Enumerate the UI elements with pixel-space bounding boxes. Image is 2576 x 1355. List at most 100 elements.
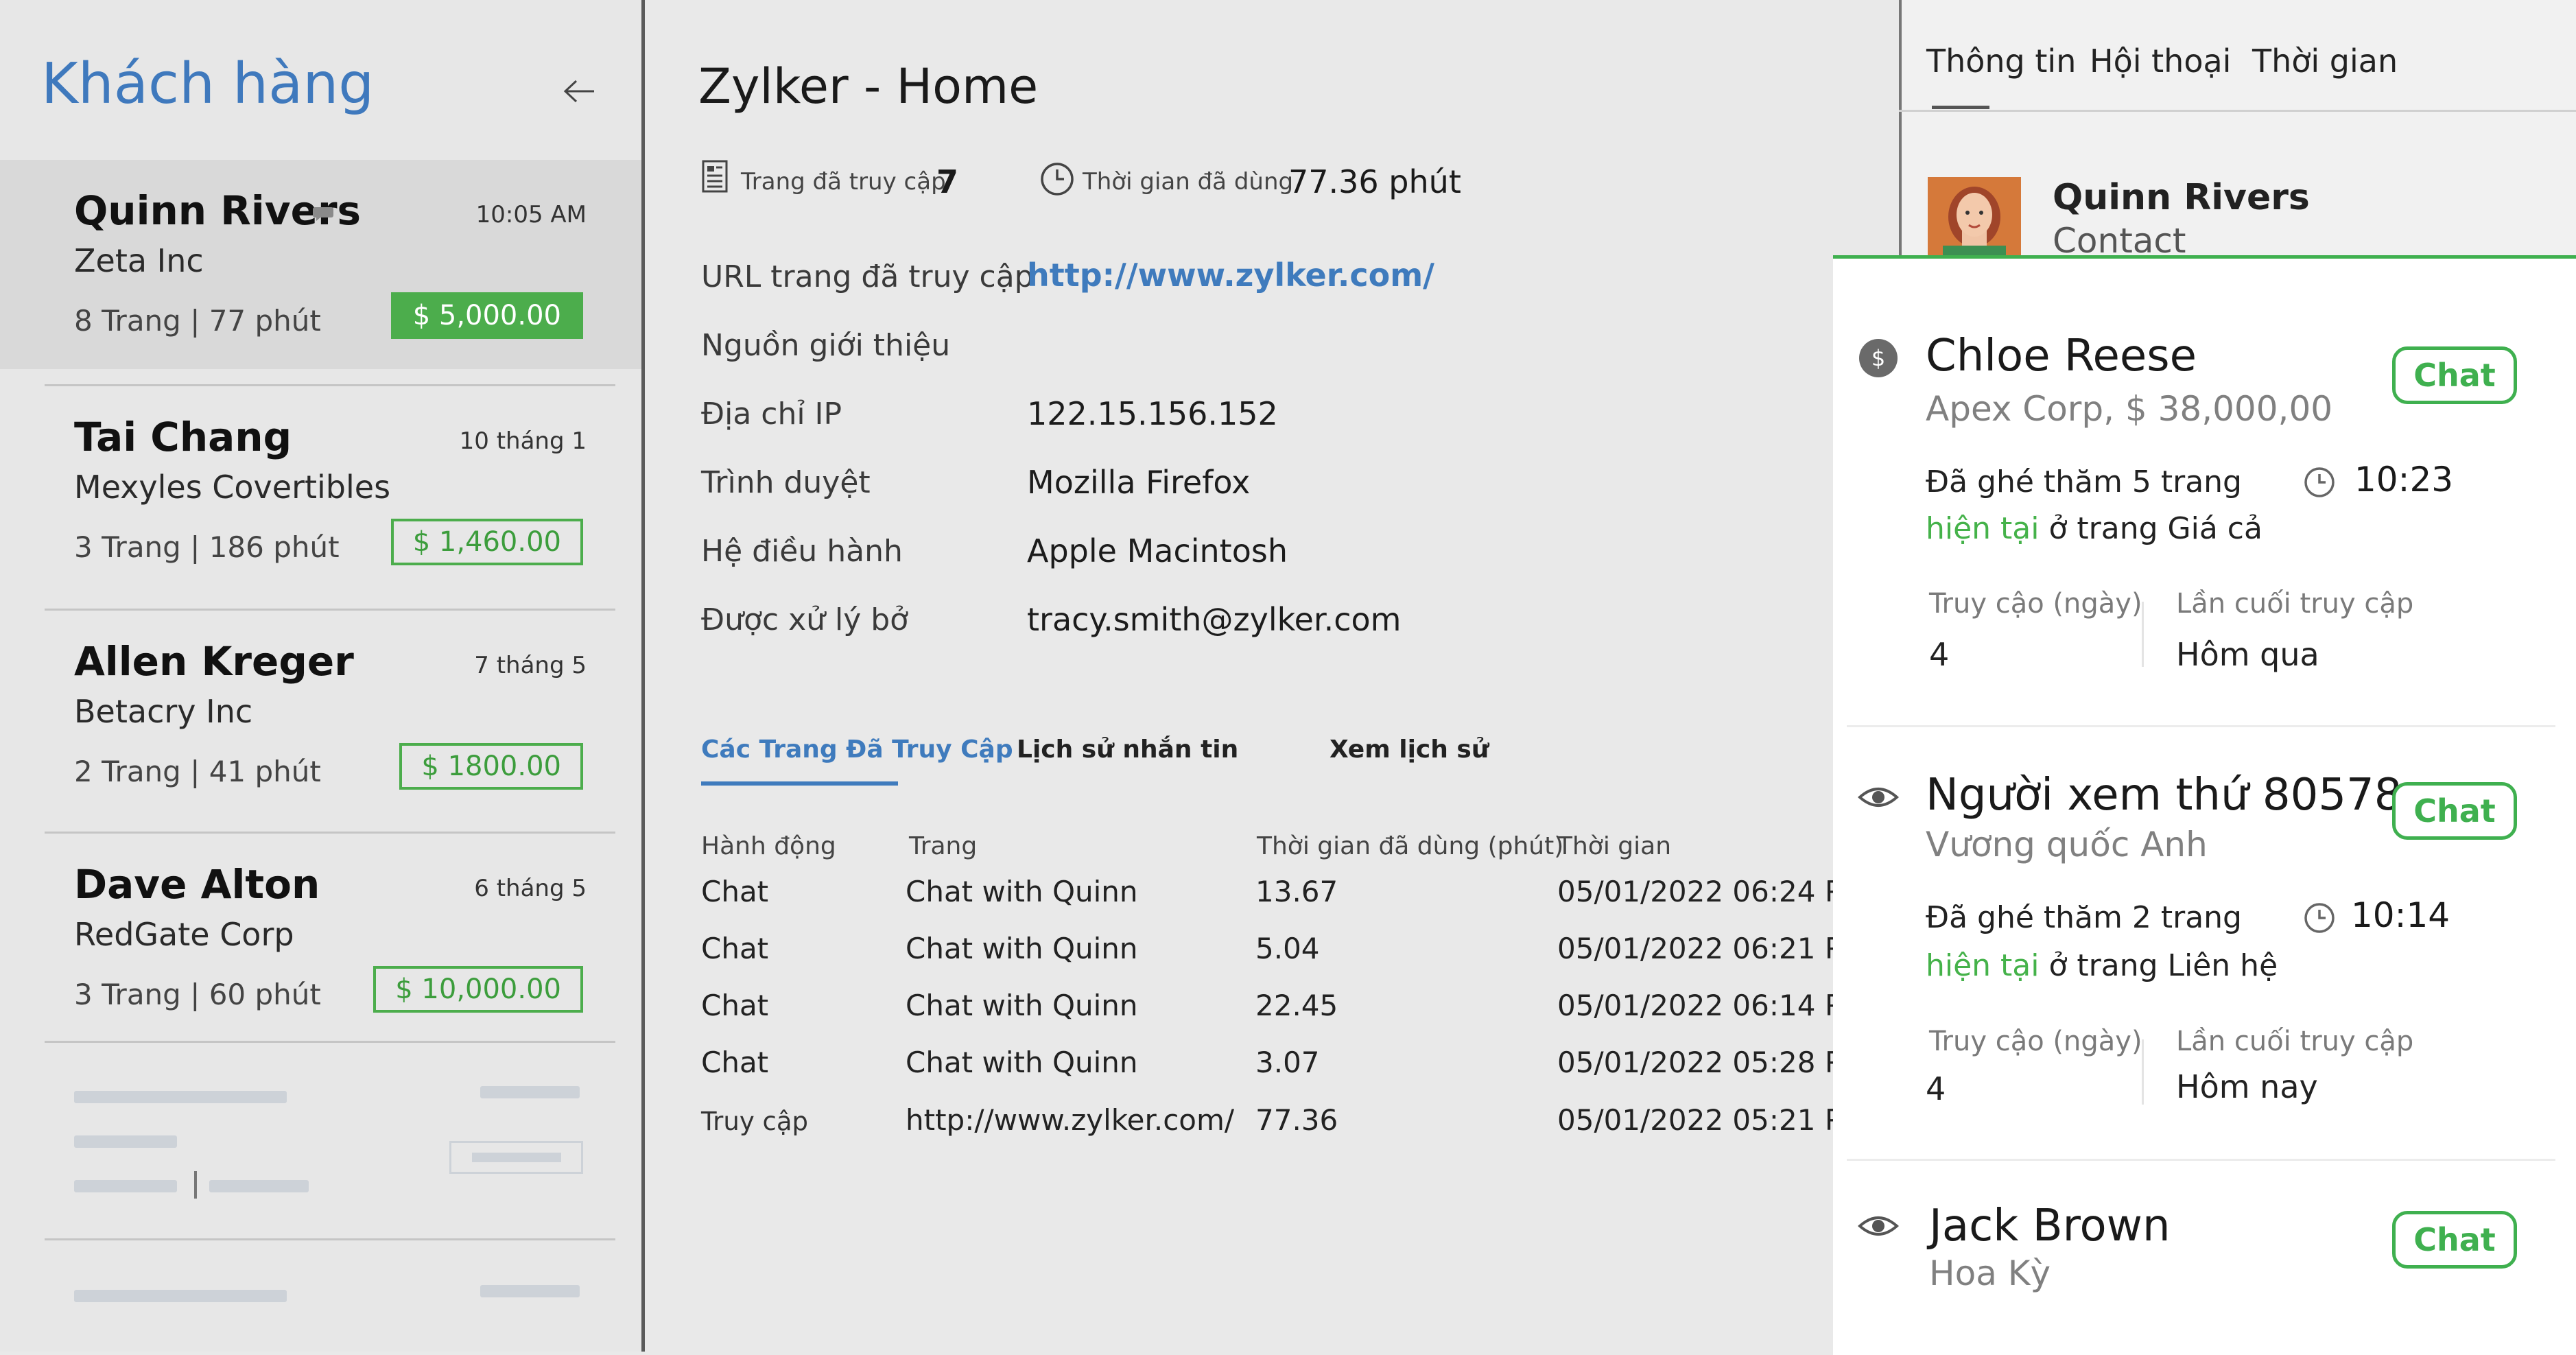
divider [45, 1041, 615, 1043]
cell-duration: 5.04 [1255, 932, 1320, 965]
info-value-os: Apple Macintosh [1027, 532, 1288, 569]
current-page: ở trang Giá cả [2039, 511, 2262, 546]
cell-page: Chat with Quinn [906, 989, 1138, 1022]
customer-time: 10 tháng 1 [459, 427, 587, 455]
sidebar-title: Khách hàng [41, 51, 375, 117]
cell-time: 05/01/2022 05:21 PM [1557, 1103, 1867, 1137]
clock-icon [2304, 903, 2335, 933]
current-page-text: hiện tại ở trang Liên hệ [1926, 948, 2278, 983]
cell-action: Chat [701, 932, 769, 965]
visitor-subtitle: Apex Corp, $ 38,000,00 [1926, 389, 2333, 429]
customer-amount: $ 1800.00 [399, 743, 583, 790]
divider [1847, 1159, 2555, 1161]
cell-page: Chat with Quinn [906, 1046, 1138, 1079]
current-label: hiện tại [1926, 511, 2040, 546]
active-tab-indicator [701, 781, 898, 786]
skeleton-amount [449, 1141, 583, 1174]
column-header: Hành động [701, 832, 836, 860]
chat-bubble-icon [313, 207, 333, 221]
cell-time: 05/01/2022 06:24 PM [1557, 875, 1867, 908]
divider [1899, 110, 2576, 112]
skeleton-line [209, 1180, 309, 1192]
pages-visited-text: Đã ghé thăm 5 trang [1926, 464, 2242, 499]
divider [45, 384, 615, 386]
skeleton-separator [194, 1171, 197, 1199]
info-label-url: URL trang đã truy cập [701, 259, 1034, 294]
divider [45, 609, 615, 611]
info-value-browser: Mozilla Firefox [1027, 464, 1251, 501]
current-page-text: hiện tại ở trang Giá cả [1926, 511, 2262, 546]
customer-item[interactable]: Tai Chang 10 tháng 1 Mexyles Covertibles… [0, 384, 641, 596]
cell-page: Chat with Quinn [906, 875, 1138, 908]
last-access-value: Hôm nay [2176, 1068, 2318, 1105]
customer-company: RedGate Corp [74, 916, 294, 953]
customer-item[interactable]: Allen Kreger 7 tháng 5 Betacry Inc 2 Tra… [0, 609, 641, 820]
customer-name: Dave Alton [74, 861, 320, 908]
chat-button[interactable]: Chat [2392, 782, 2517, 840]
svg-text:$: $ [1871, 345, 1885, 371]
cell-duration: 22.45 [1255, 989, 1338, 1022]
contact-name: Quinn Rivers [2053, 177, 2310, 218]
back-arrow-icon[interactable] [563, 74, 597, 108]
cell-action: Chat [701, 989, 769, 1022]
divider [2142, 602, 2144, 667]
visitor-name: Jack Brown [1929, 1201, 2171, 1251]
tab-chat-history[interactable]: Lịch sử nhắn tin [1017, 735, 1238, 764]
tab-visited-pages[interactable]: Các Trang Đã Truy Cập [701, 735, 1013, 764]
customer-item[interactable]: Quinn Rivers 10:05 AM Zeta Inc 8 Trang |… [0, 160, 641, 369]
visit-time: 10:23 [2354, 460, 2454, 499]
access-days-value: 4 [1929, 636, 1950, 673]
skeleton-line [74, 1180, 177, 1192]
visitor-subtitle: Hoa Kỳ [1929, 1253, 2051, 1293]
visitor-subtitle: Vương quốc Anh [1926, 825, 2208, 864]
customer-sidebar: Khách hàng Quinn Rivers 10:05 AM Zeta In… [0, 0, 641, 1352]
visitor-name: Chloe Reese [1926, 331, 2197, 381]
skeleton-line [74, 1091, 287, 1103]
time-spent-value: 77.36 phút [1288, 163, 1461, 200]
pages-visited-label: Trang đã truy cập [741, 168, 946, 196]
tab-view-history[interactable]: Xem lịch sử [1330, 735, 1489, 764]
customer-time: 10:05 AM [475, 201, 587, 228]
cell-time: 05/01/2022 05:28 PM [1557, 1046, 1867, 1079]
divider [2142, 1039, 2144, 1105]
column-header: Trang [909, 832, 978, 860]
chat-button[interactable]: Chat [2392, 346, 2517, 404]
tab-info[interactable]: Thông tin [1926, 43, 2076, 80]
customer-meta: 8 Trang | 77 phút [74, 304, 321, 338]
tab-conversation[interactable]: Hội thoại [2090, 43, 2231, 80]
active-tab-indicator [1932, 106, 1989, 109]
customer-company: Mexyles Covertibles [74, 469, 391, 506]
cell-action: Chat [701, 1046, 769, 1079]
customer-name: Allen Kreger [74, 638, 354, 685]
cell-action: Chat [701, 875, 769, 908]
cell-duration: 13.67 [1255, 875, 1338, 908]
clock-icon [1041, 163, 1074, 196]
info-label-ip: Địa chỉ IP [701, 397, 842, 432]
divider [45, 832, 615, 834]
dollar-icon: $ [1859, 339, 1898, 377]
visitor-list-overlay: $ Chloe Reese Apex Corp, $ 38,000,00 Cha… [1833, 255, 2576, 1355]
chat-button[interactable]: Chat [2392, 1211, 2517, 1269]
customer-meta: 3 Trang | 60 phút [74, 978, 321, 1011]
tab-time[interactable]: Thời gian [2252, 43, 2398, 80]
info-label-os: Hệ điều hành [701, 534, 903, 569]
visit-time: 10:14 [2351, 895, 2450, 935]
access-days-value: 4 [1926, 1070, 1946, 1107]
panel-divider [1899, 0, 1902, 261]
customer-amount: $ 5,000.00 [390, 292, 583, 339]
info-label-referrer: Nguồn giới thiệu [701, 328, 951, 363]
page-title: Zylker - Home [698, 58, 1039, 115]
skeleton-line [480, 1285, 580, 1297]
time-spent-label: Thời gian đã dùng [1083, 168, 1294, 196]
skeleton-line [74, 1135, 177, 1148]
customer-company: Betacry Inc [74, 693, 253, 730]
customer-time: 7 tháng 5 [474, 652, 587, 679]
skeleton-line [74, 1290, 287, 1302]
avatar [1928, 177, 2021, 259]
info-value-ip: 122.15.156.152 [1027, 395, 1278, 432]
customer-item[interactable]: Dave Alton 6 tháng 5 RedGate Corp 3 Tran… [0, 832, 641, 1043]
visited-url-link[interactable]: http://www.zylker.com/ [1027, 257, 1434, 294]
customer-meta: 2 Trang | 41 phút [74, 755, 321, 788]
pages-visited-value: 7 [936, 163, 959, 200]
last-access-value: Hôm qua [2176, 636, 2319, 673]
